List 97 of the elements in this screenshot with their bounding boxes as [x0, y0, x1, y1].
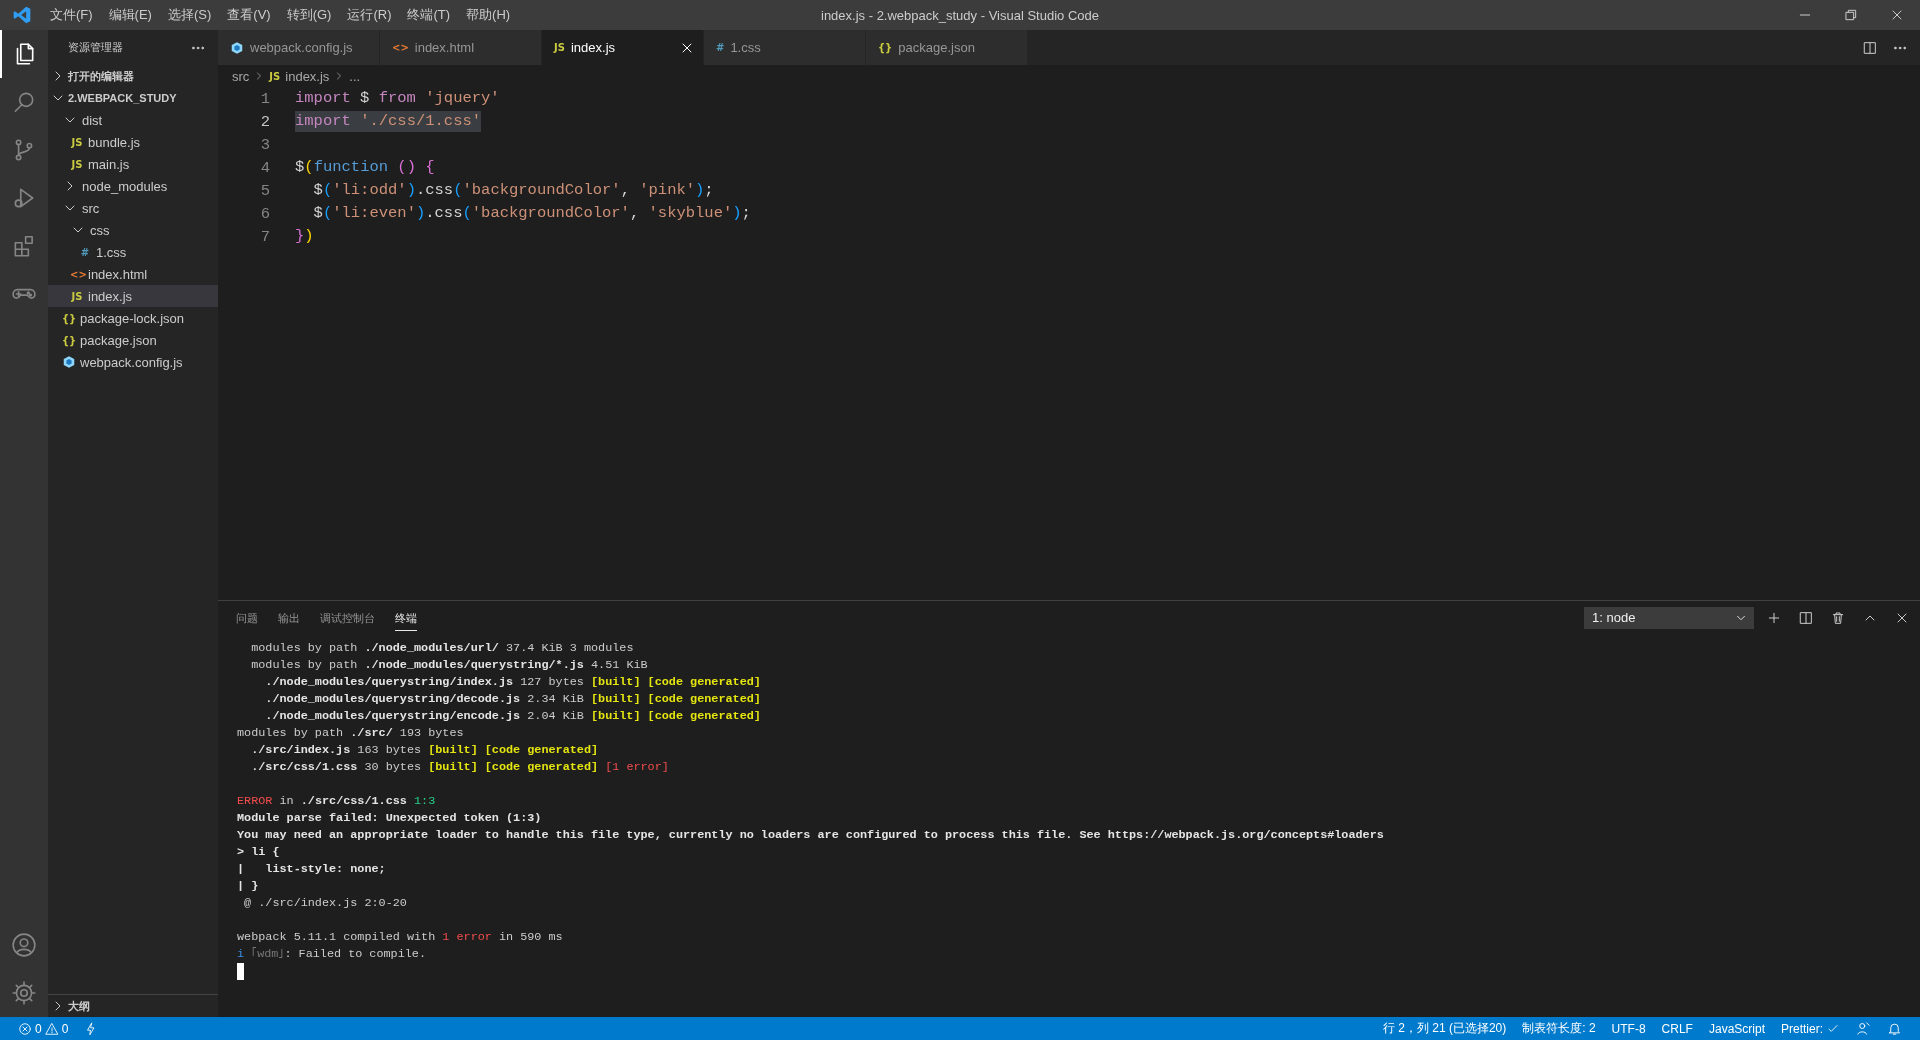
error-icon [18, 1021, 32, 1036]
terminal-line: @ ./src/index.js 2:0-20 [243, 895, 408, 912]
file-type-icon: JS [269, 70, 281, 82]
feedback-icon[interactable] [1856, 1021, 1871, 1036]
file-type-icon: {} [62, 334, 76, 346]
status-item[interactable]: 制表符长度: 2 [1514, 1020, 1604, 1037]
tree-item[interactable]: {} package-lock.json [48, 307, 218, 329]
editor-tab[interactable]: {} package.json [866, 30, 1028, 65]
terminal-line: ./node_modules/querystring/encode.js 2.04 KiB [built] [code generated] [264, 708, 762, 725]
file-type-icon: # [716, 42, 725, 53]
file-type-icon: JS [70, 136, 84, 148]
webpack-icon [62, 355, 76, 369]
status-item[interactable]: CRLF [1653, 1021, 1701, 1036]
section-header[interactable]: 打开的编辑器 [48, 65, 218, 87]
panel-tab[interactable]: 输出 [278, 604, 300, 631]
file-type-icon: # [78, 246, 92, 258]
file-type-icon: <> [392, 42, 409, 53]
terminal-line: modules by path ./src/ 193 bytes [237, 725, 465, 742]
tree-item[interactable]: webpack.config.js [48, 351, 218, 373]
panel-tab[interactable]: 问题 [236, 604, 258, 631]
status-item[interactable]: 行 2，列 21 (已选择20) [1374, 1020, 1515, 1037]
menu-item[interactable]: 编辑(E) [100, 0, 160, 30]
terminal-line: ./node_modules/querystring/index.js 127 bytes [built] [code generated] [264, 674, 762, 691]
menu-item[interactable]: 文件(F) [42, 0, 101, 30]
panel-tab[interactable]: 终端 [395, 604, 417, 631]
line-number: 3 [259, 135, 270, 154]
breadcrumb[interactable]: JS index.js [269, 68, 330, 84]
line-number: 1 [259, 89, 270, 108]
tree-item[interactable]: {} package.json [48, 329, 218, 351]
editor-tab[interactable]: <> index.html [380, 30, 542, 65]
editor-tab[interactable]: webpack.config.js [218, 30, 380, 65]
terminal-line: i ｢wdm｣: Failed to compile. [237, 946, 427, 963]
problems-status[interactable]: 0 0 [10, 1021, 77, 1036]
panel-title: 资源管理器 [68, 40, 123, 55]
terminal-line: modules by path ./node_modules/querystring/*.js 4.51 KiB [250, 657, 649, 674]
code-line: import $ from 'jquery' [295, 88, 500, 109]
tree-item[interactable]: JS index.js [48, 285, 218, 307]
file-type-icon: JS [70, 290, 84, 302]
tree-item[interactable]: <>index.html [48, 263, 218, 285]
line-number: 2 [259, 112, 270, 131]
tree-item[interactable]: src [48, 197, 218, 219]
line-number: 7 [259, 227, 270, 246]
status-item[interactable]: UTF-8 [1603, 1021, 1654, 1036]
tree-item[interactable]: # 1.css [48, 241, 218, 263]
warning-icon [44, 1021, 59, 1036]
terminal-line: ./src/css/1.css 30 bytes [built] [code generated] [1 error] [250, 759, 670, 776]
editor-tab[interactable]: JS index.js [542, 30, 704, 65]
file-type-icon: {} [62, 312, 76, 324]
file-type-icon: JS [70, 158, 84, 170]
split-terminal-icon[interactable] [1798, 609, 1814, 626]
file-type-icon: <> [70, 268, 84, 280]
line-number: 6 [259, 204, 270, 223]
app-logo-icon [12, 5, 32, 25]
status-item[interactable]: JavaScript [1700, 1021, 1773, 1036]
file-type-icon: JS [554, 42, 565, 53]
restore-icon[interactable] [1843, 7, 1859, 23]
file-type-icon: {} [878, 42, 893, 53]
menu-item[interactable]: 转到(G) [278, 0, 340, 30]
split-editor-icon[interactable] [1862, 39, 1878, 56]
trash-icon[interactable] [1830, 609, 1846, 626]
window-title: index.js - 2.webpack_study - Visual Studio Code [821, 7, 1099, 23]
breadcrumb[interactable]: src [232, 68, 250, 84]
terminal-line: ./src/index.js 163 bytes [built] [code generated] [250, 742, 600, 759]
breadcrumb[interactable]: ... [349, 68, 361, 84]
code-line: $('li:odd').css('backgroundColor', 'pink'); [312, 180, 714, 201]
menu-item[interactable]: 选择(S) [159, 0, 220, 30]
panel-tab[interactable]: 调试控制台 [320, 604, 375, 631]
menu-item[interactable]: 查看(V) [219, 0, 279, 30]
bell-icon[interactable] [1887, 1021, 1902, 1036]
terminal-line: ERROR in ./src/css/1.css 1:3 [237, 793, 437, 810]
prettier-status[interactable]: Prettier: [1773, 1021, 1848, 1036]
terminal-line: You may need an appropriate loader to handle this file type, currently no loaders are configured to process this file. See https://webpack.js.org/concepts#loaders [237, 827, 1385, 844]
code-line: $('li:even').css('backgroundColor', 'skyblue'); [312, 203, 751, 224]
terminal-line: Module parse failed: Unexpected token (1:3) [237, 810, 543, 827]
terminal-select[interactable]: 1: node [1584, 606, 1754, 629]
menu-item[interactable]: 运行(R) [339, 0, 400, 30]
tree-item[interactable]: node_modules [48, 175, 218, 197]
terminal-line: ./node_modules/querystring/decode.js 2.34 KiB [built] [code generated] [264, 691, 762, 708]
terminal-line: | } [237, 878, 260, 895]
terminal-line: modules by path ./node_modules/url/ 37.4 KiB 3 modules [250, 640, 635, 657]
editor-tab[interactable]: # 1.css [704, 30, 866, 65]
code-line: }) [295, 226, 314, 247]
terminal-line: webpack 5.11.1 compiled with 1 error in 590 ms [237, 929, 564, 946]
line-number: 4 [259, 158, 270, 177]
code-line: $(function () { [295, 157, 435, 178]
tree-item[interactable]: dist [48, 109, 218, 131]
terminal-line: | list-style: none; [237, 861, 387, 878]
terminal-cursor [237, 963, 244, 980]
menu-item[interactable]: 终端(T) [399, 0, 459, 30]
tree-item[interactable]: JS bundle.js [48, 131, 218, 153]
tree-item[interactable]: JS main.js [48, 153, 218, 175]
menu-item[interactable]: 帮助(H) [458, 0, 519, 30]
section-header[interactable]: 2.WEBPACK_STUDY [48, 87, 218, 109]
webpack-icon [230, 40, 244, 55]
line-number: 5 [259, 181, 270, 200]
tree-item[interactable]: css [48, 219, 218, 241]
terminal-line: > li { [237, 844, 281, 861]
